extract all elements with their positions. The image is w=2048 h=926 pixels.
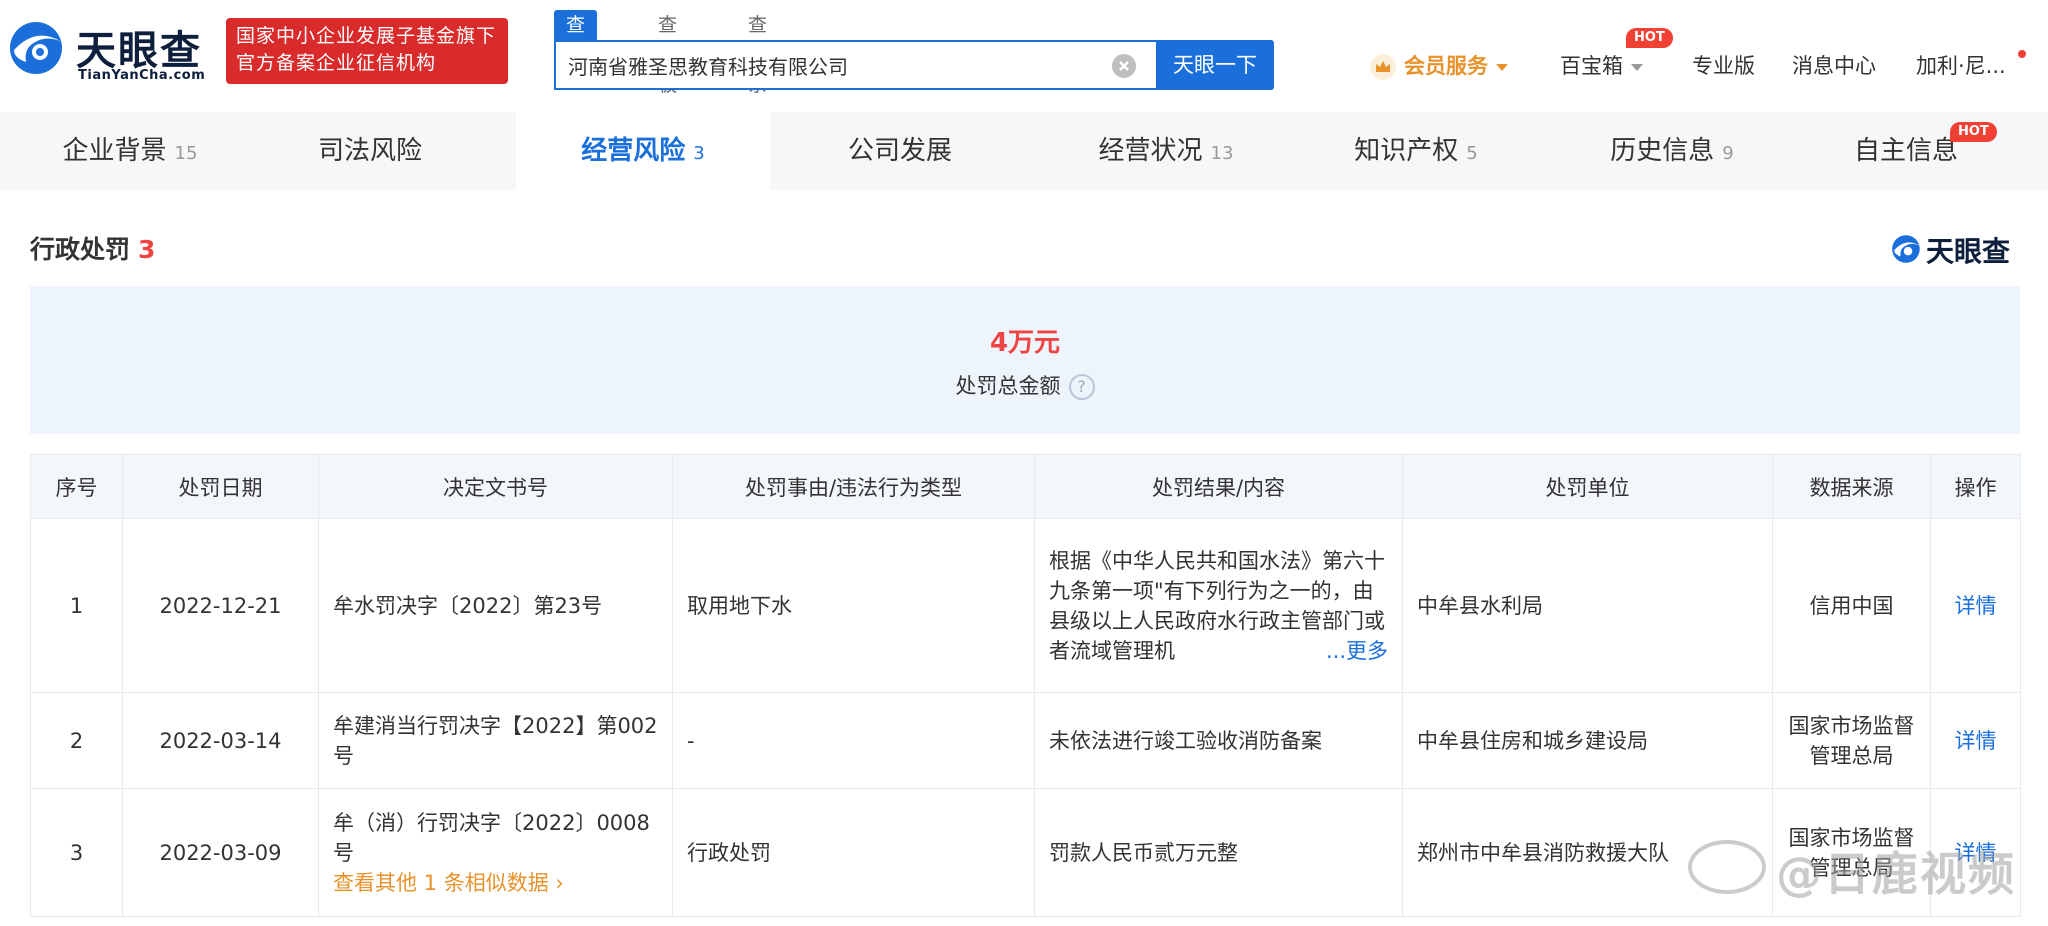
tab-search-boss[interactable]: 查老板	[658, 10, 677, 96]
gov-certification-badge: 国家中小企业发展子基金旗下 官方备案企业征信机构	[226, 18, 508, 84]
data-source: 信用中国	[1772, 518, 1931, 693]
crown-icon	[1370, 54, 1396, 80]
penalty-result: 未依法进行竣工验收消防备案	[1034, 692, 1403, 789]
tab-count: 9	[1722, 143, 1734, 164]
row-number: 1	[30, 518, 123, 693]
penalty-unit: 中牟县住房和城乡建设局	[1402, 692, 1773, 789]
row-number: 3	[30, 788, 123, 917]
column-header: 序号	[30, 454, 123, 519]
weibo-logo-icon	[1688, 840, 1766, 894]
section-title-label: 行政处罚	[30, 235, 131, 264]
penalty-date: 2022-03-14	[122, 692, 319, 789]
gov-badge-line-2: 官方备案企业征信机构	[236, 52, 437, 74]
tab-count: 13	[1210, 143, 1234, 164]
tab-search-company[interactable]: 查公司	[554, 10, 598, 96]
penalty-date: 2022-12-21	[122, 518, 319, 693]
tab-label: 经营状况	[1098, 136, 1203, 166]
top-header: 天眼查 TianYanCha.com 国家中小企业发展子基金旗下 官方备案企业征…	[0, 0, 2048, 112]
penalty-result-cell: 根据《中华人民共和国水法》第六十九条第一项"有下列行为之一的，由县级以上人民政府…	[1034, 518, 1403, 693]
table-header-row: 序号 处罚日期 决定文书号 处罚事由/违法行为类型 处罚结果/内容 处罚单位 数…	[30, 454, 2021, 519]
column-header: 数据来源	[1772, 454, 1931, 519]
total-amount-label: 处罚总金额	[955, 374, 1061, 398]
member-service-label: 会员服务	[1404, 54, 1488, 78]
logo-eye-icon	[10, 22, 62, 74]
message-center-link[interactable]: 消息中心	[1792, 50, 1876, 80]
logo-domain: TianYanCha.com	[78, 68, 206, 83]
tab-label: 企业背景	[62, 136, 167, 166]
column-header: 处罚单位	[1402, 454, 1773, 519]
penalty-reason: 行政处罚	[672, 788, 1035, 917]
search-button[interactable]: 天眼一下	[1156, 40, 1274, 90]
help-icon[interactable]: ?	[1068, 374, 1095, 400]
column-header: 处罚日期	[122, 454, 319, 519]
total-amount: 4万元	[989, 328, 1061, 358]
table-row: 2 2022-03-14 牟建消当行罚决字【2022】第002号 - 未依法进行…	[30, 692, 2021, 789]
penalty-reason: -	[672, 692, 1035, 789]
similar-data-link[interactable]: 查看其他 1 条相似数据 ›	[333, 868, 658, 898]
treasure-box-menu[interactable]: 百宝箱	[1560, 50, 1643, 80]
gov-badge-line-1: 国家中小企业发展子基金旗下	[236, 25, 497, 47]
decision-doc-number: 牟建消当行罚决字【2022】第002号	[318, 692, 673, 789]
pro-version-link[interactable]: 专业版	[1692, 50, 1755, 80]
column-header: 操作	[1930, 454, 2021, 519]
tab-label: 司法风险	[317, 136, 422, 166]
tab-label: 自主信息	[1853, 136, 1958, 166]
column-header: 决定文书号	[318, 454, 673, 519]
tab-count: 3	[693, 143, 705, 164]
tab-count: 5	[1466, 143, 1478, 164]
tab-company-development[interactable]: 公司发展	[830, 112, 970, 190]
treasure-box-label: 百宝箱	[1560, 54, 1623, 78]
member-service-menu[interactable]: 会员服务	[1404, 50, 1508, 80]
hot-badge: HOT	[1950, 122, 1997, 142]
section-title: 行政处罚 3	[30, 230, 155, 266]
logo-eye-icon	[1892, 235, 1920, 263]
video-watermark: @日鹿视频	[1776, 847, 2016, 901]
brand-text: 天眼查	[1926, 235, 2011, 268]
chevron-down-icon	[1496, 63, 1508, 71]
tab-business-status[interactable]: 经营状况 13	[1076, 112, 1256, 190]
penalty-reason: 取用地下水	[672, 518, 1035, 693]
tab-business-risk[interactable]: 经营风险 3	[516, 112, 770, 190]
section-count: 3	[138, 235, 156, 264]
penalty-result: 罚款人民币贰万元整	[1034, 788, 1403, 917]
tab-judicial-risk[interactable]: 司法风险	[300, 112, 440, 190]
detail-link[interactable]: 详情	[1930, 518, 2021, 693]
tab-label: 历史信息	[1610, 136, 1715, 166]
tianyancha-logo[interactable]: 天眼查 TianYanCha.com	[6, 14, 216, 84]
data-source: 国家市场监督管理总局	[1772, 692, 1931, 789]
brand-watermark-logo: 天眼查	[1890, 228, 2025, 268]
decision-doc-number: 牟水罚决字〔2022〕第23号	[318, 518, 673, 693]
column-header: 处罚事由/违法行为类型	[672, 454, 1035, 519]
more-link[interactable]: ...更多	[1321, 635, 1388, 666]
hot-badge: HOT	[1626, 28, 1673, 48]
search-box	[554, 40, 1156, 90]
notification-dot	[2018, 50, 2026, 58]
search-input[interactable]	[556, 42, 1076, 88]
tab-count: 15	[174, 143, 198, 164]
tab-label: 经营风险	[581, 136, 686, 166]
table-row: 1 2022-12-21 牟水罚决字〔2022〕第23号 取用地下水 根据《中华…	[30, 518, 2021, 693]
decision-doc-cell: 牟（消）行罚决字〔2022〕0008号 查看其他 1 条相似数据 ›	[318, 788, 673, 917]
penalty-unit: 中牟县水利局	[1402, 518, 1773, 693]
user-menu[interactable]: 加利·尼...	[1916, 50, 2006, 80]
decision-doc-number: 牟（消）行罚决字〔2022〕0008号	[333, 810, 650, 865]
clear-icon[interactable]	[1112, 54, 1136, 78]
chevron-down-icon	[1631, 63, 1643, 71]
total-amount-label-row: 处罚总金额?	[30, 370, 2020, 400]
column-header: 处罚结果/内容	[1034, 454, 1403, 519]
tab-history-info[interactable]: 历史信息 9	[1592, 112, 1752, 190]
tab-intellectual-property[interactable]: 知识产权 5	[1336, 112, 1496, 190]
category-tab-bar: 企业背景 15 司法风险 经营风险 3 公司发展 经营状况 13 知识产权 5 历史信息…	[0, 112, 2048, 190]
detail-link[interactable]: 详情	[1930, 692, 2021, 789]
penalty-date: 2022-03-09	[122, 788, 319, 917]
tab-label: 知识产权	[1354, 136, 1459, 166]
tab-label: 公司发展	[847, 136, 952, 166]
tab-company-background[interactable]: 企业背景 15	[40, 112, 220, 190]
penalty-summary-panel: 4万元 处罚总金额?	[30, 286, 2020, 434]
row-number: 2	[30, 692, 123, 789]
tab-search-relation[interactable]: 查关系	[748, 10, 767, 96]
